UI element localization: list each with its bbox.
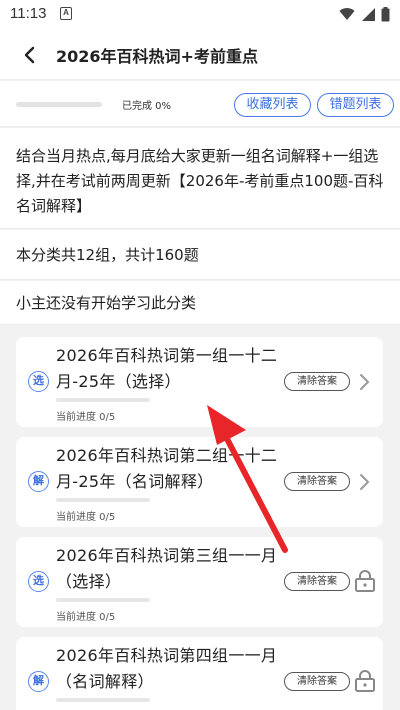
group-progress-bar (56, 598, 150, 602)
status-icons (339, 4, 390, 24)
group-card-1[interactable]: 选 2026年百科热词第一组一十二月-25年（选择） 当前进度 0/5 清除答案 (16, 337, 383, 427)
choice-badge: 选 (28, 571, 49, 592)
group-progress-text: 当前进度 0/5 (56, 412, 116, 423)
lock-icon (355, 570, 375, 592)
page-title: 2026年百科热词+考前重点 (56, 47, 258, 66)
completed-label: 已完成 0% (122, 101, 172, 112)
chevron-right-icon[interactable] (356, 373, 372, 391)
category-count: 本分类共12组，共计160题 (0, 230, 400, 280)
explanation-badge: 解 (28, 671, 49, 692)
status-time: 11:13 (10, 5, 47, 22)
overall-progress-bar (16, 102, 102, 107)
lock-icon (355, 670, 375, 692)
group-title: 2026年百科热词第四组一一月（名词解释） (56, 646, 278, 691)
group-progress-bar (56, 398, 150, 402)
group-card-3[interactable]: 选 2026年百科热词第三组一一月（选择） 当前进度 0/5 清除答案 (16, 537, 383, 627)
wifi-icon (339, 8, 355, 20)
category-description: 结合当月热点,每月底给大家更新一组名词解释+一组选择,并在考试前两周更新【202… (0, 128, 400, 229)
choice-badge: 选 (28, 371, 49, 392)
header-bar: 2026年百科热词+考前重点 (0, 30, 400, 80)
group-progress-text: 当前进度 0/5 (56, 512, 116, 523)
notification-icon: A (60, 7, 72, 20)
signal-icon (362, 8, 375, 21)
clear-answers-button[interactable]: 清除答案 (284, 472, 350, 491)
group-card-4[interactable]: 解 2026年百科热词第四组一一月（名词解释） 清除答案 (16, 637, 383, 710)
group-title: 2026年百科热词第一组一十二月-25年（选择） (56, 346, 278, 391)
status-bar: 11:13 A (0, 0, 400, 30)
group-progress-text: 当前进度 0/5 (56, 612, 116, 623)
group-title: 2026年百科热词第三组一一月（选择） (56, 546, 278, 591)
study-status: 小主还没有开始学习此分类 (0, 281, 400, 325)
clear-answers-button[interactable]: 清除答案 (284, 572, 350, 591)
explanation-badge: 解 (28, 471, 49, 492)
group-progress-bar (56, 498, 150, 502)
battery-icon (381, 6, 390, 21)
overall-progress-row: 已完成 0% 收藏列表 错题列表 (0, 81, 400, 127)
wrong-answers-list-button[interactable]: 错题列表 (317, 93, 394, 117)
chevron-right-icon[interactable] (356, 473, 372, 491)
group-progress-bar (56, 698, 150, 702)
favorites-list-button[interactable]: 收藏列表 (234, 93, 311, 117)
clear-answers-button[interactable]: 清除答案 (284, 672, 350, 691)
group-title: 2026年百科热词第二组一十二月-25年（名词解释） (56, 446, 278, 491)
back-button[interactable] (16, 41, 44, 69)
group-card-2[interactable]: 解 2026年百科热词第二组一十二月-25年（名词解释） 当前进度 0/5 清除… (16, 437, 383, 527)
clear-answers-button[interactable]: 清除答案 (284, 372, 350, 391)
